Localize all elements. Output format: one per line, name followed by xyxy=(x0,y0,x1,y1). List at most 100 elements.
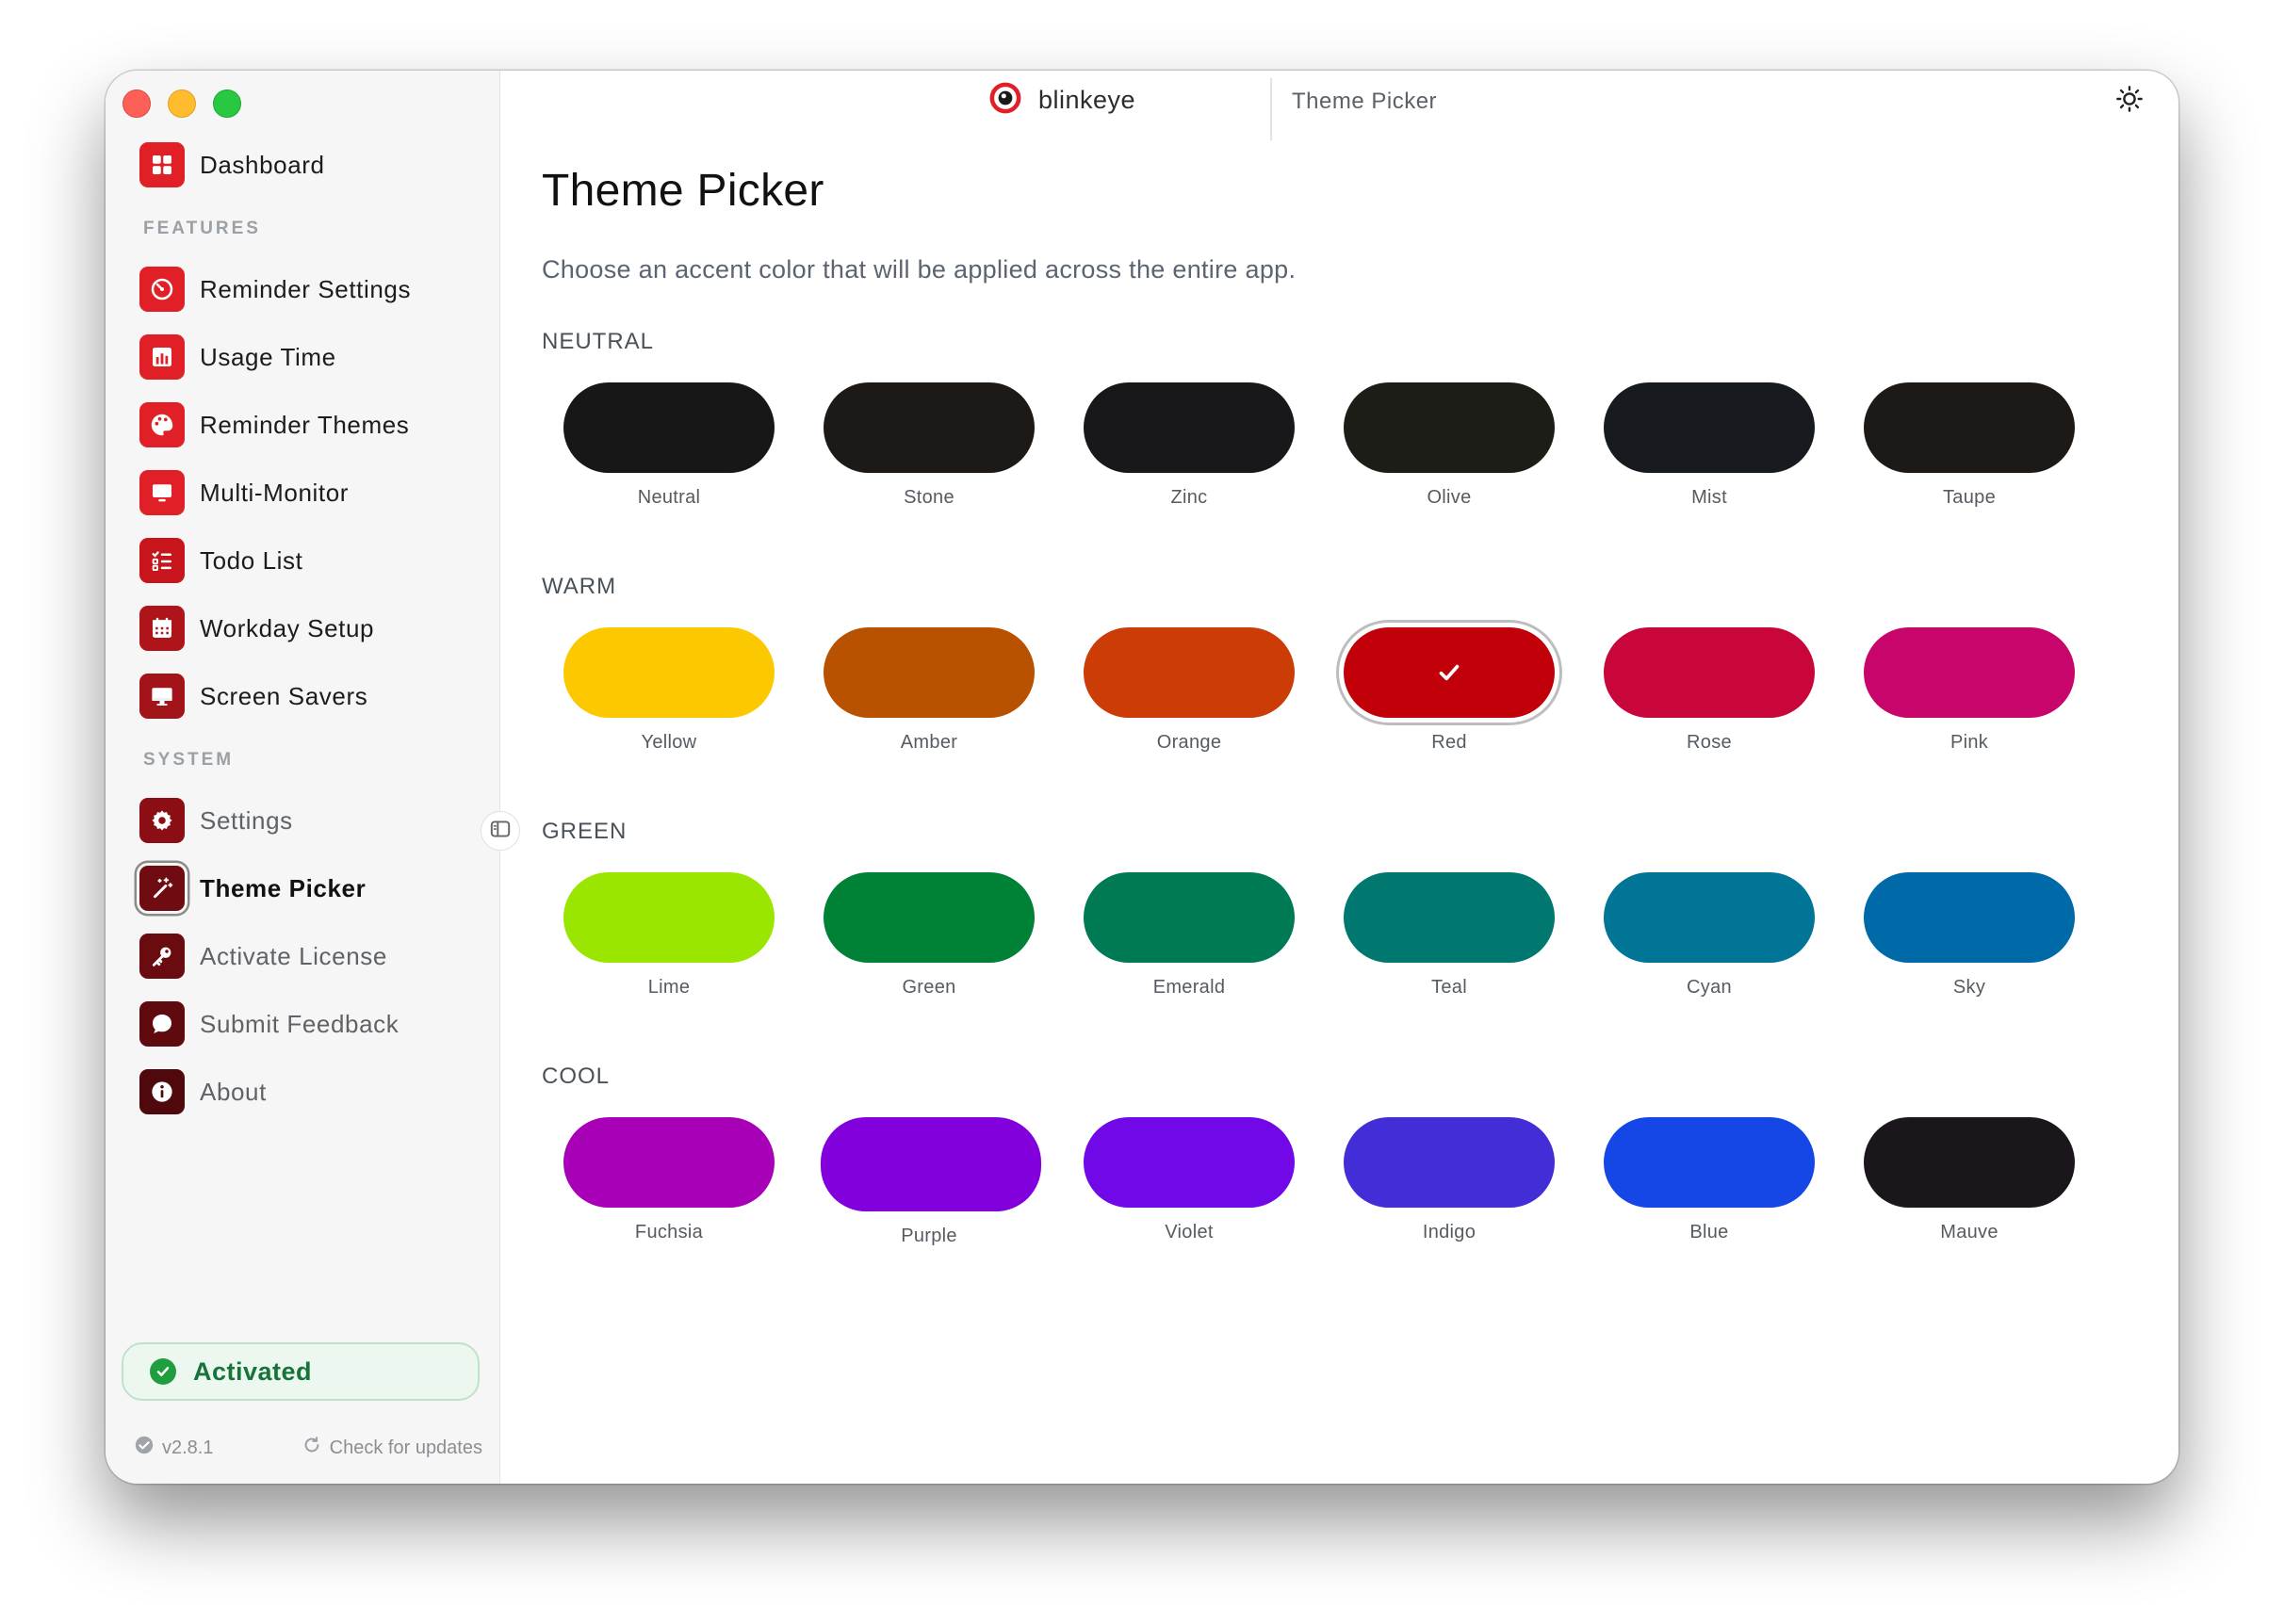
sidebar-item-label: Usage Time xyxy=(200,342,336,371)
swatch-mist[interactable]: Mist xyxy=(1601,382,1818,509)
swatch-row-cool: Fuchsia Purple Violet Indigo Blue Mauve xyxy=(542,1117,2144,1249)
check-updates-label: Check for updates xyxy=(329,1437,482,1458)
swatch-label: Fuchsia xyxy=(634,1222,704,1242)
color-pill[interactable] xyxy=(1084,872,1295,963)
sidebar-item-settings[interactable]: Settings xyxy=(139,794,471,847)
selected-check-icon xyxy=(1439,664,1460,681)
swatch-fuchsia[interactable]: Fuchsia xyxy=(561,1117,777,1243)
color-pill[interactable] xyxy=(1604,1117,1815,1208)
info-icon xyxy=(139,1069,185,1114)
swatch-lime[interactable]: Lime xyxy=(561,872,777,999)
swatch-sky[interactable]: Sky xyxy=(1861,872,2078,999)
sidebar-item-submit-feedback[interactable]: Submit Feedback xyxy=(139,998,471,1050)
swatch-violet[interactable]: Violet xyxy=(1081,1117,1297,1243)
color-pill[interactable] xyxy=(1344,627,1555,718)
group-label-warm: WARM xyxy=(542,574,617,599)
sidebar-item-multi-monitor[interactable]: Multi-Monitor xyxy=(139,466,471,519)
swatch-green[interactable]: Green xyxy=(821,872,1037,999)
color-pill[interactable] xyxy=(563,872,775,963)
color-pill[interactable] xyxy=(1864,872,2075,963)
sidebar-item-dashboard[interactable]: Dashboard xyxy=(139,138,471,191)
swatch-taupe[interactable]: Taupe xyxy=(1861,382,2078,509)
license-status-label: Activated xyxy=(193,1356,313,1386)
sidebar-item-about[interactable]: About xyxy=(139,1065,471,1118)
color-pill[interactable] xyxy=(824,627,1035,718)
swatch-row-warm: Yellow Amber Orange Red Rose Pink xyxy=(542,627,2144,759)
sidebar-item-screen-savers[interactable]: Screen Savers xyxy=(139,670,471,723)
swatch-blue[interactable]: Blue xyxy=(1601,1117,1818,1243)
swatch-label: Blue xyxy=(1689,1222,1729,1242)
swatch-mauve[interactable]: Mauve xyxy=(1861,1117,2078,1243)
swatch-label: Cyan xyxy=(1687,977,1732,998)
color-pill[interactable] xyxy=(1084,382,1295,473)
close-window-button[interactable] xyxy=(122,89,151,118)
sidebar-item-reminder-themes[interactable]: Reminder Themes xyxy=(139,398,471,451)
swatch-label: Violet xyxy=(1165,1222,1214,1242)
swatch-orange[interactable]: Orange xyxy=(1081,627,1297,754)
color-pill[interactable] xyxy=(1084,627,1295,718)
sidebar-item-activate-license[interactable]: Activate License xyxy=(139,930,471,983)
sidebar-item-workday-setup[interactable]: Workday Setup xyxy=(139,602,471,655)
color-pill[interactable] xyxy=(563,1117,775,1208)
swatch-label: Teal xyxy=(1431,977,1467,998)
swatch-label: Mist xyxy=(1691,487,1727,508)
timer-icon xyxy=(139,267,185,312)
color-pill[interactable] xyxy=(1344,872,1555,963)
swatch-neutral[interactable]: Neutral xyxy=(561,382,777,509)
sidebar-item-label: Submit Feedback xyxy=(200,1009,400,1038)
swatch-yellow[interactable]: Yellow xyxy=(561,627,777,754)
toggle-sidebar-button[interactable] xyxy=(481,811,520,851)
speech-bubble-icon xyxy=(139,1001,185,1047)
check-circle-icon xyxy=(150,1358,176,1385)
swatch-stone[interactable]: Stone xyxy=(821,382,1037,509)
color-pill[interactable] xyxy=(824,872,1035,963)
color-pill[interactable] xyxy=(821,1117,1041,1211)
sidebar-item-reminder-settings[interactable]: Reminder Settings xyxy=(139,263,471,316)
color-pill[interactable] xyxy=(1604,627,1815,718)
sidebar: Dashboard FEATURES Reminder Settings Usa… xyxy=(106,71,500,1484)
sidebar-item-label: Multi-Monitor xyxy=(200,478,350,507)
swatch-label: Pink xyxy=(1950,732,1989,753)
swatch-olive[interactable]: Olive xyxy=(1341,382,1558,509)
sidebar-item-label: Reminder Settings xyxy=(200,274,412,303)
sidebar-item-todo-list[interactable]: Todo List xyxy=(139,534,471,587)
color-pill[interactable] xyxy=(1084,1117,1295,1208)
color-pill[interactable] xyxy=(1604,382,1815,473)
sidebar-item-theme-picker[interactable]: Theme Picker xyxy=(139,862,471,915)
swatch-emerald[interactable]: Emerald xyxy=(1081,872,1297,999)
swatch-indigo[interactable]: Indigo xyxy=(1341,1117,1558,1243)
swatch-zinc[interactable]: Zinc xyxy=(1081,382,1297,509)
color-pill[interactable] xyxy=(1344,1117,1555,1208)
swatch-purple[interactable]: Purple xyxy=(821,1117,1041,1247)
palette-icon xyxy=(139,402,185,447)
color-pill[interactable] xyxy=(563,627,775,718)
color-pill[interactable] xyxy=(1864,382,2075,473)
zoom-window-button[interactable] xyxy=(213,89,241,118)
sidebar-item-label: Reminder Themes xyxy=(200,410,410,439)
color-pill[interactable] xyxy=(824,382,1035,473)
swatch-pink[interactable]: Pink xyxy=(1861,627,2078,754)
swatch-red[interactable]: Red xyxy=(1341,627,1558,754)
group-label-neutral: NEUTRAL xyxy=(542,329,655,354)
sidebar-item-label: Workday Setup xyxy=(200,613,375,642)
minimize-window-button[interactable] xyxy=(168,89,196,118)
features-section-label: FEATURES xyxy=(143,219,261,238)
version-label: v2.8.1 xyxy=(162,1437,214,1458)
calendar-icon xyxy=(139,606,185,651)
swatch-label: Green xyxy=(902,977,956,998)
swatch-cyan[interactable]: Cyan xyxy=(1601,872,1818,999)
swatch-label: Sky xyxy=(1952,977,1986,998)
check-updates-button[interactable]: Check for updates xyxy=(302,1435,482,1461)
color-pill[interactable] xyxy=(1344,382,1555,473)
color-pill[interactable] xyxy=(1864,627,2075,718)
color-pill[interactable] xyxy=(1864,1117,2075,1208)
color-pill[interactable] xyxy=(1604,872,1815,963)
color-pill[interactable] xyxy=(563,382,775,473)
swatch-label: Emerald xyxy=(1152,977,1226,998)
refresh-icon xyxy=(302,1435,322,1461)
sidebar-item-usage-time[interactable]: Usage Time xyxy=(139,331,471,383)
swatch-amber[interactable]: Amber xyxy=(821,627,1037,754)
swatch-teal[interactable]: Teal xyxy=(1341,872,1558,999)
swatch-label: Orange xyxy=(1156,732,1222,753)
swatch-rose[interactable]: Rose xyxy=(1601,627,1818,754)
